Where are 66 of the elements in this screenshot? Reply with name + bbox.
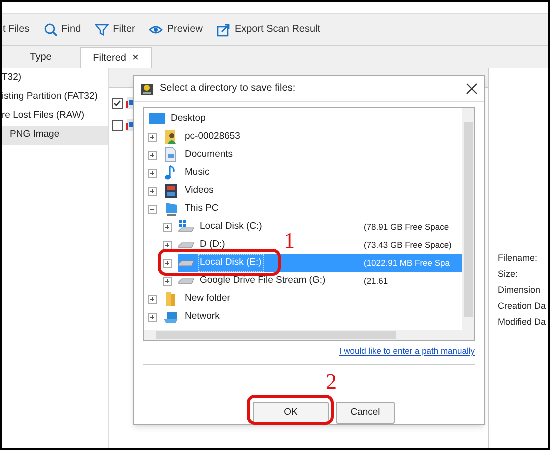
free-space-text: (1022.91 MB Free Spa <box>364 256 450 270</box>
toolbar-button[interactable]: Export Scan Result <box>234 22 321 37</box>
sidebar-item[interactable]: re Lost Files (RAW) <box>2 107 108 126</box>
film-icon <box>163 183 179 200</box>
expand-icon[interactable] <box>163 258 172 268</box>
disk-drive-icon <box>178 219 194 236</box>
checkbox[interactable] <box>112 120 123 130</box>
user-folder-icon <box>163 129 179 146</box>
tree-item[interactable]: New folder <box>184 291 232 308</box>
annotation-number: 2 <box>326 370 337 393</box>
dialog-button[interactable]: OK <box>253 402 329 424</box>
detail-label: Filename: <box>498 253 539 263</box>
close-icon[interactable] <box>466 82 478 95</box>
toolbar-button[interactable]: Find <box>62 22 82 37</box>
expand-icon[interactable] <box>163 222 172 232</box>
document-icon <box>163 147 179 164</box>
tree-item[interactable]: Videos <box>184 183 215 200</box>
export-icon <box>216 22 231 36</box>
disk-drive-icon <box>178 259 194 268</box>
tree-item[interactable]: D (D:) <box>199 237 226 254</box>
tree-item[interactable]: Documents <box>184 147 234 164</box>
vertical-scrollbar[interactable] <box>462 108 474 330</box>
sidebar-item[interactable]: PNG Image <box>2 126 108 145</box>
detail-label: Size: <box>498 269 520 279</box>
tree-item[interactable]: Desktop <box>170 111 207 128</box>
expand-icon[interactable] <box>148 186 157 196</box>
computer-icon <box>163 201 179 218</box>
network-icon <box>163 309 179 326</box>
expand-icon[interactable] <box>148 312 157 322</box>
annotation-number: 1 <box>284 230 295 252</box>
free-space-text: (73.43 GB Free Space) <box>364 238 452 252</box>
expand-icon[interactable] <box>163 276 172 286</box>
free-space-text: (21.61 <box>364 274 388 288</box>
tree-item[interactable]: Music <box>184 165 211 182</box>
filter-icon <box>95 22 110 36</box>
horizontal-scrollbar[interactable] <box>144 330 474 340</box>
expand-icon[interactable] <box>148 168 157 178</box>
checkbox[interactable] <box>112 98 123 108</box>
free-space-text: (78.91 GB Free Space <box>364 220 450 234</box>
dialog-button[interactable]: Cancel <box>336 402 395 424</box>
tree-item[interactable]: Local Disk (C:) <box>199 219 264 236</box>
collapse-icon[interactable] <box>148 204 157 214</box>
expand-icon[interactable] <box>148 132 157 142</box>
app-icon <box>140 82 154 96</box>
sidebar-item[interactable]: isting Partition (FAT32) <box>2 88 108 107</box>
toolbar-button[interactable]: Filter <box>113 22 136 37</box>
disk-drive-icon <box>178 241 194 250</box>
toolbar-button[interactable]: Preview <box>167 22 203 37</box>
sidebar-item[interactable]: T32) <box>2 69 108 88</box>
search-icon <box>44 22 58 36</box>
tree-item[interactable]: Google Drive File Stream (G:) <box>199 273 327 290</box>
dialog-title: Select a directory to save files: <box>160 82 297 96</box>
expand-icon[interactable] <box>163 240 172 250</box>
detail-label: Modified Da <box>498 317 548 327</box>
tab[interactable]: Filtered × <box>80 47 152 68</box>
disk-drive-icon <box>178 277 194 286</box>
detail-label: Dimension <box>498 285 542 295</box>
expand-icon[interactable] <box>148 150 157 160</box>
expand-icon[interactable] <box>148 294 157 304</box>
tree-item[interactable]: Network <box>184 309 221 326</box>
tab[interactable]: Type <box>2 47 80 68</box>
detail-label: Creation Da <box>498 301 548 311</box>
manual-path-link[interactable]: I would like to enter a path manually <box>339 345 475 358</box>
tree-item[interactable]: This PC <box>184 201 220 218</box>
toolbar-button[interactable]: t Files <box>3 22 30 37</box>
tree-item[interactable]: pc-00028653 <box>184 129 242 146</box>
